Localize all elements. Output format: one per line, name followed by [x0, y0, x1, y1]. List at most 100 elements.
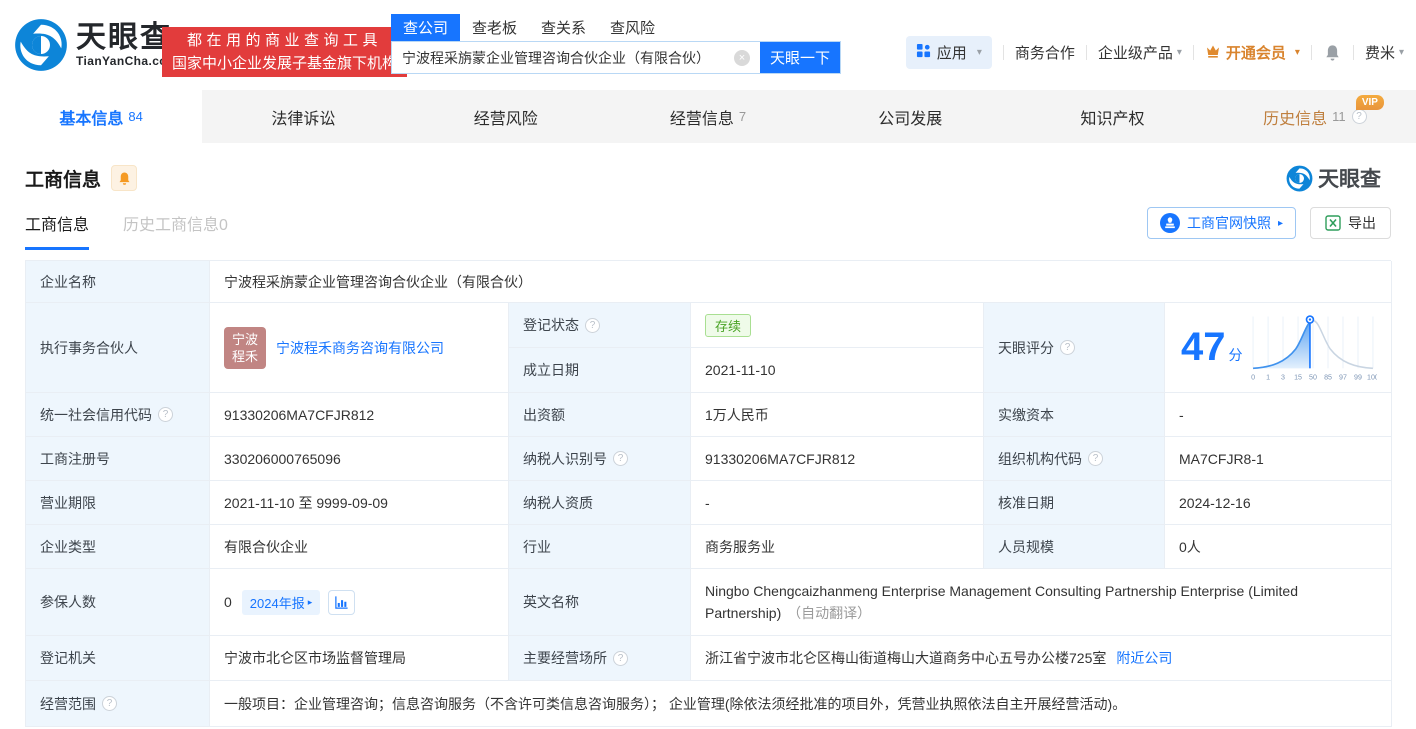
tab-legal-proceedings[interactable]: 法律诉讼	[202, 90, 404, 143]
org-code-label-text: 组织机构代码	[998, 450, 1082, 467]
search-tab-risk[interactable]: 查风险	[598, 14, 667, 41]
watermark-logo-icon	[1286, 165, 1313, 191]
table-row: 营业期限 2021-11-10 至 9999-09-09 纳税人资质 - 核准日…	[26, 481, 1392, 525]
search-tab-boss[interactable]: 查老板	[460, 14, 529, 41]
action-buttons: 工商官网快照 ▸ 导出	[1146, 207, 1391, 239]
reg-status-label: 登记状态 ?	[509, 303, 691, 348]
table-row: 执行事务合伙人 宁波 程禾 宁波程禾商务咨询有限公司 登记状态 ? 存续 成立日…	[26, 303, 1392, 393]
tianyan-score-cell[interactable]: 47 分 0 1 3 15 50 85 97 99 10	[1165, 303, 1392, 393]
official-snapshot-button[interactable]: 工商官网快照 ▸	[1146, 207, 1296, 239]
tab-basic-info[interactable]: 基本信息 84	[0, 90, 203, 143]
tab-operating-risk[interactable]: 经营风险	[405, 90, 607, 143]
english-name-cell: Ningbo Chengcaizhanmeng Enterprise Manag…	[691, 569, 1392, 636]
staff-size-value: 0人	[1165, 525, 1392, 569]
insured-trend-chart-icon[interactable]	[328, 589, 356, 615]
tianyancha-logo[interactable]: 天眼查 TianYanCha.com	[14, 18, 178, 72]
chevron-down-icon: ▾	[1294, 47, 1300, 58]
company-nav-tabs: 基本信息 84 法律诉讼 经营风险 经营信息 7 公司发展 知识产权 VIP 历…	[0, 90, 1416, 143]
open-vip-label: 开通会员	[1225, 45, 1286, 62]
tab-intellectual-property[interactable]: 知识产权	[1011, 90, 1213, 143]
chevron-right-icon: ▸	[307, 596, 313, 607]
tab-operating-info[interactable]: 经营信息 7	[607, 90, 809, 143]
score-number: 47 分	[1181, 325, 1243, 370]
user-menu[interactable]: 费米 ▾	[1365, 42, 1404, 63]
slogan-line1: 都在用的商业查询工具	[187, 32, 383, 49]
tab-label: 历史信息	[1263, 110, 1328, 128]
help-icon[interactable]: ?	[102, 696, 117, 711]
company-type-label: 企业类型	[26, 525, 210, 569]
table-row: 参保人数 0 2024年报 ▸ 英文名称 Ningbo Chengcaizhan…	[26, 569, 1392, 636]
svg-text:100: 100	[1366, 373, 1376, 381]
subtab-history-business-info[interactable]: 历史工商信息0	[123, 211, 228, 250]
address-label-text: 主要经营场所	[523, 650, 607, 666]
table-row: 统一社会信用代码 ? 91330206MA7CFJR812 出资额 1万人民币 …	[26, 393, 1392, 437]
svg-text:3: 3	[1281, 373, 1285, 381]
top-header: 天眼查 TianYanCha.com 都在用的商业查询工具 国家中小企业发展子基…	[0, 0, 1416, 90]
partner-company-logo: 宁波 程禾	[224, 326, 266, 369]
chevron-down-icon: ▾	[1176, 47, 1182, 58]
help-icon[interactable]: ?	[613, 650, 628, 666]
stamp-icon	[1159, 213, 1180, 233]
tab-label: 经营信息	[669, 110, 734, 128]
tab-count: 11	[1332, 109, 1346, 124]
tab-history-info[interactable]: VIP 历史信息 11 ?	[1214, 90, 1416, 143]
capital-value: 1万人民币	[691, 393, 984, 437]
menu-open-vip[interactable]: 开通会员 ▾	[1205, 42, 1300, 63]
search-button[interactable]: 天眼一下	[760, 42, 840, 73]
help-icon[interactable]: ?	[1351, 109, 1367, 124]
tab-label: 经营风险	[473, 110, 538, 128]
apps-menu[interactable]: 应用 ▾	[905, 36, 992, 69]
table-row: 登记机关 宁波市北仑区市场监督管理局 主要经营场所 ? 浙江省宁波市北仑区梅山街…	[26, 636, 1392, 681]
search-tabs: 查公司 查老板 查关系 查风险	[391, 14, 841, 41]
executive-partner-cell: 宁波 程禾 宁波程禾商务咨询有限公司	[210, 303, 509, 393]
svg-text:50: 50	[1309, 373, 1317, 381]
org-code-label: 组织机构代码 ?	[984, 437, 1165, 481]
help-icon[interactable]: ?	[1088, 451, 1103, 466]
reg-authority-value: 宁波市北仑区市场监督管理局	[210, 636, 509, 681]
nearby-companies-link[interactable]: 附近公司	[1116, 648, 1172, 668]
reg-number-value: 330206000765096	[210, 437, 509, 481]
menu-business-coop[interactable]: 商务合作	[1015, 42, 1075, 63]
menu-enterprise-products[interactable]: 企业级产品 ▾	[1098, 42, 1182, 63]
monitor-bell-icon[interactable]	[111, 165, 138, 191]
help-icon[interactable]: ?	[585, 317, 600, 333]
menu-enterprise-label: 企业级产品	[1097, 45, 1173, 62]
partner-company-link[interactable]: 宁波程禾商务咨询有限公司	[276, 338, 444, 358]
score-value: 47	[1181, 325, 1226, 369]
tianyancha-logo-icon	[14, 18, 68, 72]
tianyan-score-label-text: 天眼评分	[998, 339, 1054, 356]
search-input[interactable]	[392, 42, 760, 73]
annual-report-badge[interactable]: 2024年报 ▸	[241, 589, 321, 615]
clear-search-icon[interactable]: ×	[734, 50, 750, 66]
menu-divider	[1085, 45, 1087, 60]
subtab-business-info[interactable]: 工商信息	[25, 211, 90, 250]
search-tab-relation[interactable]: 查关系	[529, 14, 598, 41]
reg-status-label-text: 登记状态	[523, 317, 579, 333]
snapshot-label: 工商官网快照	[1186, 215, 1271, 231]
subtab-row: 工商信息 历史工商信息0 工商官网快照 ▸ 导出	[0, 193, 1416, 250]
status-badge: 存续	[705, 313, 752, 337]
org-code-value: MA7CFJR8-1	[1165, 437, 1392, 481]
taxpayer-quality-value: -	[691, 481, 984, 525]
search-tab-company[interactable]: 查公司	[391, 14, 461, 41]
credit-code-label-text: 统一社会信用代码	[40, 406, 152, 423]
taxpayer-id-label: 纳税人识别号 ?	[509, 437, 691, 481]
establish-date-value: 2021-11-10	[691, 348, 984, 393]
credit-code-label: 统一社会信用代码 ?	[26, 393, 210, 437]
menu-divider	[1192, 45, 1194, 60]
help-icon[interactable]: ?	[613, 451, 628, 466]
tianyan-score-label: 天眼评分 ?	[984, 303, 1165, 393]
vip-badge: VIP	[1355, 95, 1384, 110]
table-row: 经营范围 ? 一般项目：企业管理咨询；信息咨询服务（不含许可类信息咨询服务）； …	[26, 681, 1392, 727]
help-icon[interactable]: ?	[158, 407, 173, 422]
tab-company-development[interactable]: 公司发展	[809, 90, 1011, 143]
table-row: 工商注册号 330206000765096 纳税人识别号 ? 91330206M…	[26, 437, 1392, 481]
insured-count-cell: 0 2024年报 ▸	[210, 569, 509, 636]
notifications-bell-icon[interactable]	[1323, 43, 1342, 62]
user-name: 费米	[1364, 45, 1395, 62]
help-icon[interactable]: ?	[1060, 340, 1075, 355]
credit-code-value: 91330206MA7CFJR812	[210, 393, 509, 437]
export-button[interactable]: 导出	[1310, 207, 1391, 239]
menu-divider	[1310, 45, 1312, 60]
tab-count: 84	[128, 109, 143, 124]
